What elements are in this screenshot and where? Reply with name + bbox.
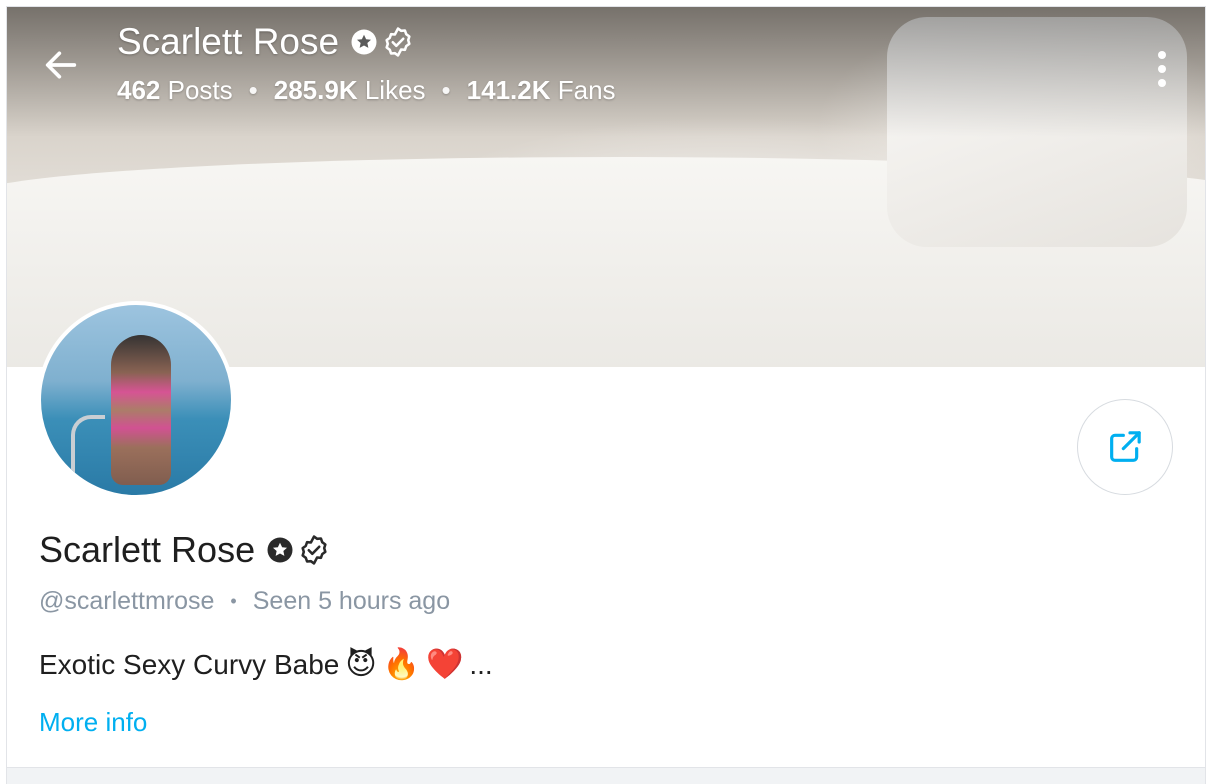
stat-fans-value: 141.2K [466,75,551,105]
stat-posts: 462 Posts [117,75,233,106]
profile-handle: @scarlettmrose [39,587,215,615]
profile-name: Scarlett Rose [39,529,331,571]
stat-separator: • [248,75,258,105]
more-options-button[interactable] [1137,37,1187,101]
bio-text: Exotic Sexy Curvy Babe [39,648,340,680]
more-info-link[interactable]: More info [39,707,147,738]
more-vertical-icon [1158,79,1166,87]
header-bar: Scarlett Rose 462 Posts • 285.9K Likes •… [7,7,1205,117]
stat-separator: • [441,75,451,105]
profile-bio: Exotic Sexy Curvy Babe 😈 🔥 ❤️ ... [39,647,493,682]
avatar-figure [111,335,171,485]
back-button[interactable] [33,37,89,93]
header-stats: 462 Posts • 285.9K Likes • 141.2K Fans [117,75,616,106]
stat-likes-value: 285.9K [273,75,358,105]
more-vertical-icon [1158,51,1166,59]
header-title: Scarlett Rose [117,21,415,63]
share-icon [1110,431,1141,462]
verified-check-icon [301,535,327,565]
handle-row: @scarlettmrose • Seen 5 hours ago [39,587,450,616]
stat-fans-label: Fans [557,75,616,105]
heart-emoji: ❤️ [425,647,464,682]
stat-posts-label: Posts [167,75,233,105]
avatar-pool-rail [71,415,105,495]
stat-likes-label: Likes [364,75,426,105]
profile-page: Scarlett Rose 462 Posts • 285.9K Likes •… [6,6,1206,784]
star-badge-icon [267,537,293,563]
stat-posts-value: 462 [117,75,161,105]
more-vertical-icon [1158,65,1166,73]
star-badge-icon [351,29,377,55]
header-badges [349,25,415,59]
profile-name-text: Scarlett Rose [39,529,256,570]
stat-fans: 141.2K Fans [467,75,616,106]
devil-emoji: 😈 [345,647,377,682]
stat-likes: 285.9K Likes [274,75,426,106]
profile-badges [265,533,331,567]
avatar[interactable] [37,301,235,499]
handle-separator: • [230,591,237,611]
section-divider [7,767,1205,784]
fire-emoji: 🔥 [382,647,420,682]
bio-ellipsis: ... [469,648,493,680]
arrow-left-icon [45,51,77,79]
header-name: Scarlett Rose [117,21,340,62]
last-seen: Seen 5 hours ago [252,587,451,615]
verified-check-icon [385,27,411,57]
share-button[interactable] [1077,399,1173,495]
